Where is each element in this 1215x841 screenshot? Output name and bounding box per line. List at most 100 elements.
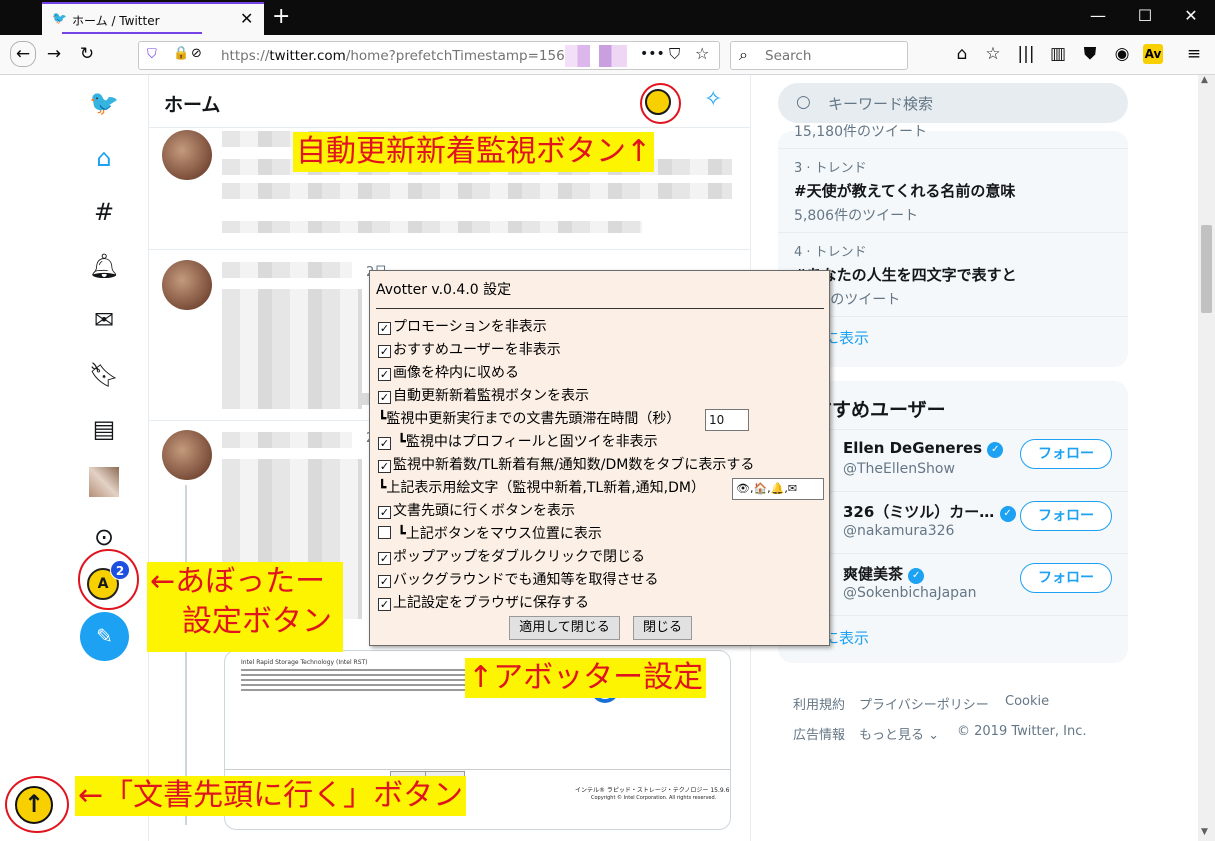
bookmark-star-icon[interactable]: ☆ [982, 43, 1004, 65]
profile-avatar[interactable] [89, 467, 119, 497]
lists-icon[interactable]: ▤ [88, 413, 120, 445]
reload-icon[interactable]: ↻ [76, 43, 98, 65]
bookmark-star-icon[interactable]: ☆ [695, 44, 709, 63]
checkbox[interactable] [378, 526, 391, 539]
image-text-lines [241, 669, 471, 691]
forward-arrow-icon[interactable]: → [43, 43, 65, 65]
checkbox[interactable]: ✓ [378, 391, 391, 404]
account-icon[interactable]: ◉ [1111, 43, 1133, 65]
option-background-fetch[interactable]: ✓ バックグラウンドでも通知等を取得させる [378, 570, 658, 590]
notifications-bell-icon[interactable]: 🔔︎ [88, 250, 120, 282]
option-dblclick-close-popup[interactable]: ✓ ポップアップをダブルクリックで閉じる [378, 547, 645, 567]
shield-icon[interactable]: ⛉ [147, 47, 157, 62]
option-top-button-at-mouse[interactable]: ┗上記ボタンをマウス位置に表示 [378, 524, 602, 544]
follow-button[interactable]: フォロー [1020, 501, 1112, 531]
trends-panel: 15,180件のツイート 3 · トレンド #天使が教えてくれる名前の意味 5,… [778, 124, 1128, 367]
home-icon[interactable]: ⌂ [88, 142, 120, 174]
url-redacted [565, 45, 627, 67]
auto-refresh-watch-button[interactable] [645, 89, 671, 115]
who-item[interactable]: Ellen DeGeneres ✓ @TheEllenShow フォロー [778, 430, 1128, 490]
browser-tab[interactable]: 🐦 ホーム / Twitter ✕ [42, 2, 264, 35]
option-label: バックグラウンドでも通知等を取得させる [393, 572, 659, 588]
emoji-input[interactable]: 👁,🏠,🔔,✉ [732, 478, 824, 500]
lock-icon[interactable]: 🔒 [173, 46, 189, 61]
footer-ads-link[interactable]: 広告情報 [793, 724, 845, 743]
checkbox[interactable]: ✓ [378, 552, 391, 565]
option-label: 自動更新新着監視ボタンを表示 [393, 388, 589, 404]
sparkle-icon[interactable]: ✧ [704, 87, 722, 112]
back-arrow-icon[interactable]: ← [10, 41, 36, 67]
twitter-logo-icon[interactable]: 🐦 [88, 87, 120, 119]
dwell-seconds-input[interactable]: 10 [705, 409, 749, 431]
footer-privacy-link[interactable]: プライバシーポリシー [859, 694, 989, 713]
checkbox[interactable]: ✓ [378, 345, 391, 358]
checkbox[interactable]: ✓ [378, 575, 391, 588]
checkbox[interactable]: ✓ [378, 598, 391, 611]
compose-tweet-button[interactable]: ✎ [80, 612, 129, 661]
scroll-down-icon[interactable]: ▼ [1201, 827, 1208, 837]
who-item[interactable]: 326（ミツル）カー… ✓ @nakamura326 フォロー [778, 492, 1128, 552]
option-show-counts-in-tab[interactable]: ✓ 監視中新着数/TL新着有無/通知数/DM数をタブに表示する [378, 455, 754, 475]
pocket-icon[interactable]: ⛉ [669, 45, 680, 63]
follow-button[interactable]: フォロー [1020, 439, 1112, 469]
tweet-avatar[interactable] [162, 130, 212, 180]
home-icon[interactable]: ⌂ [951, 43, 973, 65]
option-show-top-button[interactable]: ✓ 文書先頭に行くボタンを表示 [378, 501, 575, 521]
option-show-watch-button[interactable]: ✓ 自動更新新着監視ボタンを表示 [378, 386, 589, 406]
new-tab-button[interactable]: + [272, 4, 290, 30]
option-label: 文書先頭に行くボタンを表示 [393, 503, 575, 519]
scroll-up-icon[interactable]: ▲ [1201, 75, 1208, 85]
trend-item[interactable]: 3 · トレンド #天使が教えてくれる名前の意味 5,806件のツイート [794, 157, 1015, 225]
footer-terms-link[interactable]: 利用規約 [793, 694, 845, 713]
library-icon[interactable]: ||| [1015, 43, 1037, 65]
messages-envelope-icon[interactable]: ✉ [88, 304, 120, 336]
dialog-title: Avotter v.0.4.0 設定 [376, 282, 512, 298]
avotter-extension-icon[interactable]: Av [1143, 44, 1163, 64]
checkbox[interactable]: ✓ [378, 322, 391, 335]
footer-cookie-link[interactable]: Cookie [1005, 694, 1049, 709]
sidebar-icon[interactable]: ▥ [1047, 43, 1069, 65]
who-item[interactable]: 爽健美茶 ✓ @SokenbichaJapan フォロー [778, 554, 1128, 614]
minimize-icon[interactable]: — [1088, 6, 1108, 25]
more-circle-icon[interactable]: ⊙ [88, 521, 120, 553]
page-scrollbar[interactable]: ▲ ▼ [1198, 75, 1215, 841]
close-icon[interactable]: ✕ [240, 9, 253, 28]
go-to-top-button[interactable]: ↑ [15, 786, 53, 824]
maximize-icon[interactable]: ☐ [1135, 6, 1155, 25]
tweet-avatar[interactable] [162, 430, 212, 480]
option-hide-recommended-users[interactable]: ✓ おすすめユーザーを非表示 [378, 340, 561, 360]
explore-hashtag-icon[interactable]: # [88, 196, 120, 228]
window-close-icon[interactable]: ✕ [1181, 6, 1201, 25]
menu-icon[interactable]: ≡ [1183, 43, 1205, 65]
close-button[interactable]: 閉じる [633, 616, 692, 640]
url-bar[interactable]: ⛉ 🔒 ⊘ https://twitter.com/home?prefetchT… [138, 41, 720, 70]
option-save-settings[interactable]: ✓ 上記設定をブラウザに保存する [378, 593, 589, 613]
checkbox[interactable]: ✓ [378, 368, 391, 381]
who-handle: @nakamura326 [843, 523, 955, 539]
bookmarks-icon[interactable]: 🔖︎ [88, 359, 120, 391]
permissions-icon[interactable]: ⊘ [191, 46, 202, 61]
option-label: 上記設定をブラウザに保存する [393, 595, 589, 611]
tweet-actions-blurred [222, 393, 372, 405]
tab-title: ホーム / Twitter [72, 14, 160, 28]
verified-icon: ✓ [987, 442, 1004, 458]
footer-copyright: © 2019 Twitter, Inc. [957, 724, 1087, 739]
option-fit-images[interactable]: ✓ 画像を枠内に収める [378, 363, 519, 383]
scrollbar-thumb[interactable] [1201, 225, 1212, 313]
follow-button[interactable]: フォロー [1020, 563, 1112, 593]
browser-search-box[interactable]: ⌕ Search [730, 41, 908, 70]
option-hide-profile-while-watching[interactable]: ✓ ┗監視中はプロフィールと固ツイを非表示 [378, 432, 658, 452]
trend-count: 5,806件のツイート [794, 208, 919, 224]
search-box[interactable]: ○ キーワード検索 [778, 83, 1128, 123]
apply-and-close-button[interactable]: 適用して閉じる [509, 616, 620, 640]
avotter-settings-dialog: Avotter v.0.4.0 設定 ✓ プロモーションを非表示 ✓ おすすめユーザ… [369, 270, 830, 646]
checkbox[interactable]: ✓ [378, 437, 391, 450]
tweet-avatar[interactable] [162, 260, 212, 310]
search-icon: ○ [796, 92, 811, 112]
checkbox[interactable]: ✓ [378, 460, 391, 473]
ublock-icon[interactable]: ⛊ [1079, 43, 1101, 65]
page-actions-icon[interactable]: ••• [640, 46, 665, 62]
footer-more-link[interactable]: もっと見る ⌄ [859, 724, 939, 743]
checkbox[interactable]: ✓ [378, 506, 391, 519]
option-hide-promotions[interactable]: ✓ プロモーションを非表示 [378, 317, 547, 337]
